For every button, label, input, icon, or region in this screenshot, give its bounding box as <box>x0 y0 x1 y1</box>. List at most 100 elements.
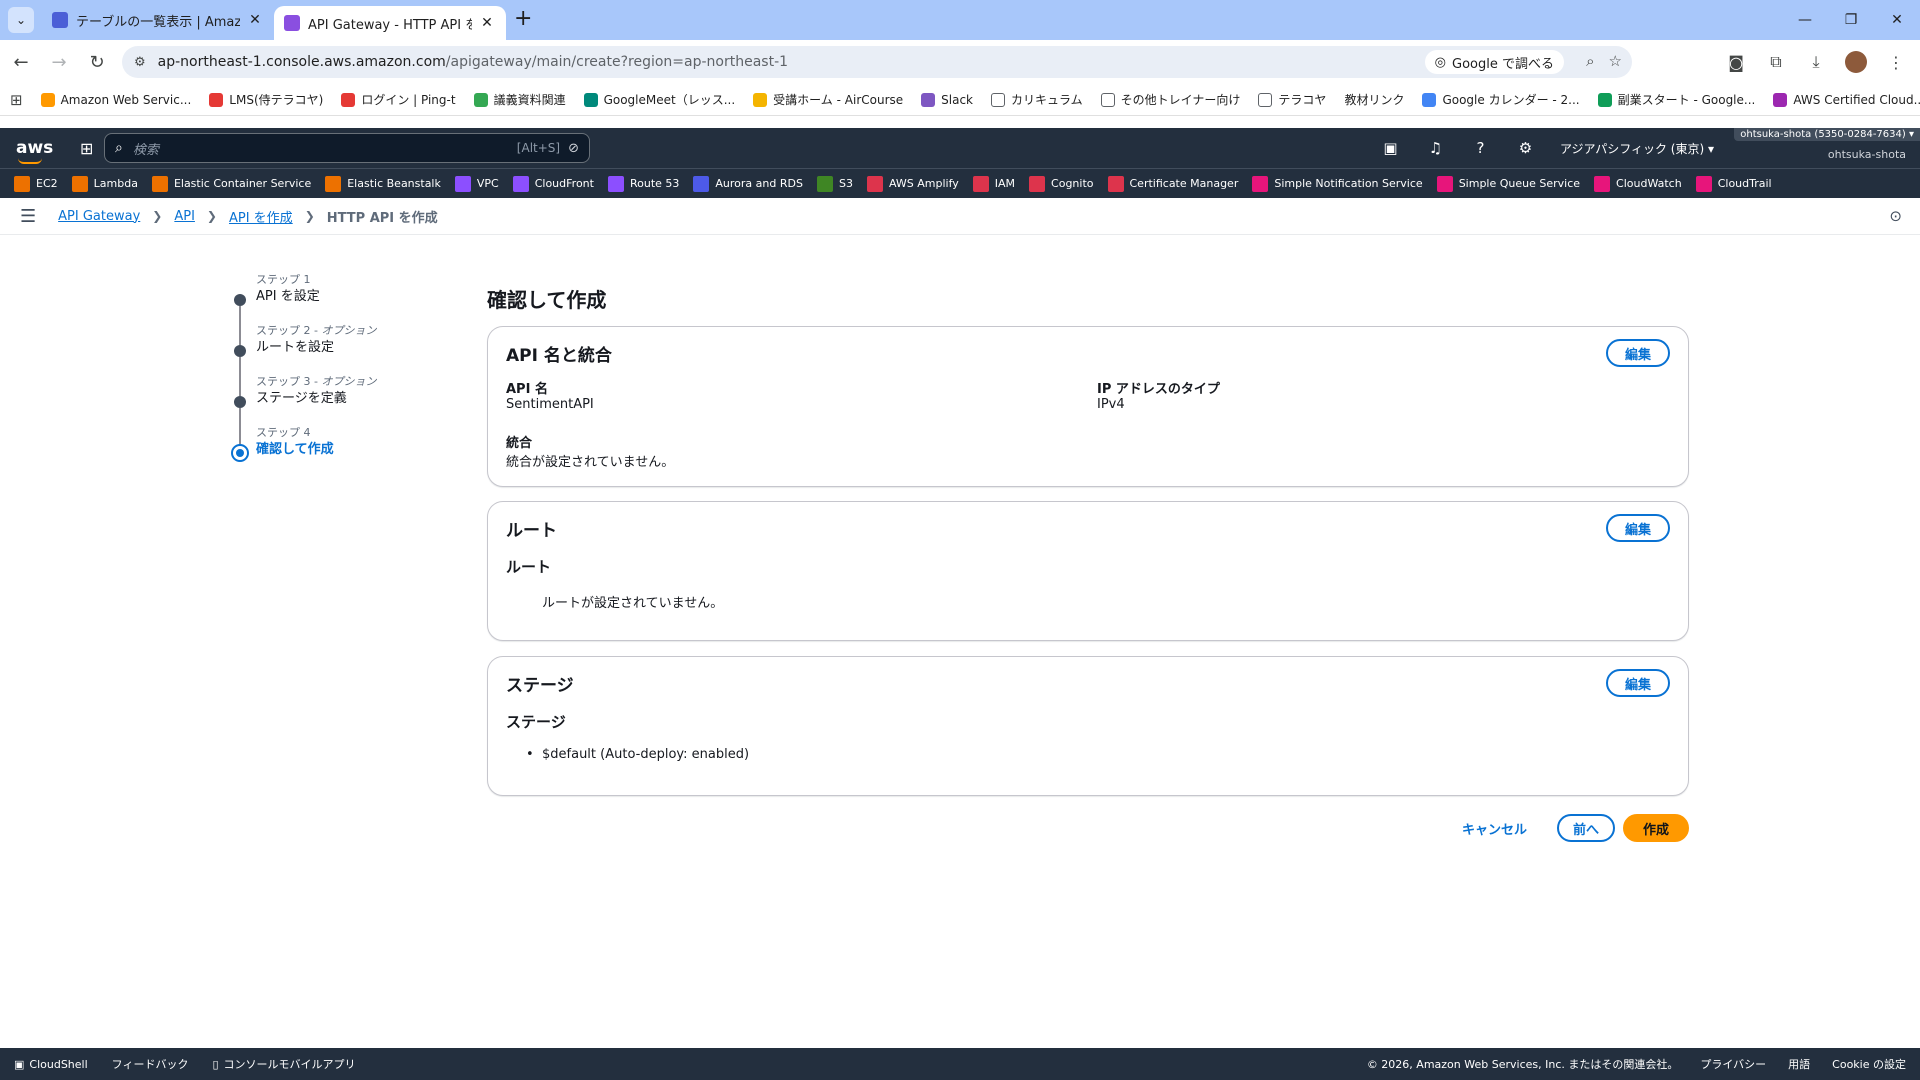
reload-icon[interactable]: ↻ <box>80 45 114 79</box>
service-icon <box>151 175 168 192</box>
browser-menu-icon[interactable]: ⋮ <box>1880 46 1912 78</box>
tab-close-icon[interactable]: ✕ <box>246 12 264 28</box>
bookmark-item[interactable]: Amazon Web Servic... <box>40 92 191 107</box>
browser-toolbar: ← → ↻ ⚙ ap-northeast-1.console.aws.amazo… <box>0 40 1920 84</box>
aws-search-input[interactable]: ⌕ 検索 [Alt+S] ⊘ <box>104 133 590 163</box>
edit-stages-button[interactable]: 編集 <box>1606 669 1670 697</box>
favorite-service-item[interactable]: CloudWatch <box>1594 175 1682 192</box>
zoom-icon[interactable]: ⌕ <box>1586 52 1594 70</box>
bookmark-item[interactable]: Slack <box>921 92 973 107</box>
account-menu[interactable]: ohtsuka-shota (5350-0284-7634) ▾ ohtsuka… <box>1730 128 1920 168</box>
favorite-service-item[interactable]: AWS Amplify <box>866 175 959 192</box>
favorite-service-item[interactable]: Route 53 <box>607 175 679 192</box>
integration-value: 統合が設定されていません。 <box>506 455 675 470</box>
extensions-icon[interactable]: ⧉ <box>1760 46 1792 78</box>
favorite-service-item[interactable]: Elastic Beanstalk <box>325 175 441 192</box>
privacy-link[interactable]: プライバシー <box>1700 1056 1766 1072</box>
bookmark-folder[interactable]: カリキュラム <box>991 91 1083 108</box>
previous-button[interactable]: 前へ <box>1556 814 1615 842</box>
tools-panel-icon[interactable]: ⊙ <box>1889 207 1902 225</box>
cloudshell-icon[interactable]: ▣ <box>1368 128 1413 168</box>
bookmark-item[interactable]: AWS Certified Cloud... <box>1773 92 1920 107</box>
bookmark-icon <box>1773 92 1788 107</box>
settings-gear-icon[interactable]: ⚙ <box>1503 128 1548 168</box>
bookmark-star-icon[interactable]: ☆ <box>1609 52 1622 70</box>
notifications-bell-icon[interactable]: ♫ <box>1413 128 1458 168</box>
cookie-settings-link[interactable]: Cookie の設定 <box>1832 1056 1906 1072</box>
profile-avatar[interactable] <box>1840 46 1872 78</box>
favorite-service-item[interactable]: CloudFront <box>512 175 594 192</box>
breadcrumb-create-api[interactable]: API を作成 <box>229 207 293 226</box>
services-grid-icon[interactable]: ⊞ <box>80 139 93 158</box>
bookmark-folder[interactable]: その他トレイナー向け <box>1100 91 1240 108</box>
menu-hamburger-icon[interactable]: ☰ <box>20 206 36 227</box>
bookmark-item[interactable]: LMS(侍テラコヤ) <box>209 91 323 108</box>
terms-link[interactable]: 用語 <box>1788 1056 1810 1072</box>
bookmark-item[interactable]: 副業スタート - Google... <box>1597 91 1755 108</box>
bookmark-item[interactable]: 受講ホーム - AirCourse <box>753 91 903 108</box>
breadcrumb-api[interactable]: API <box>174 209 195 224</box>
bookmark-item[interactable]: 教材リンク <box>1344 91 1404 108</box>
favorite-service-item[interactable]: IAM <box>972 175 1015 192</box>
stages-card: ステージ 編集 ステージ • $default (Auto-deploy: en… <box>487 656 1689 796</box>
site-info-icon[interactable]: ⚙ <box>134 55 146 70</box>
favorite-service-item[interactable]: CloudTrail <box>1695 175 1772 192</box>
service-label: Elastic Container Service <box>173 177 312 190</box>
region-selector[interactable]: アジアパシフィック (東京) ▾ <box>1560 140 1714 157</box>
restore-icon[interactable]: ❐ <box>1828 0 1874 40</box>
new-tab-icon[interactable]: + <box>514 6 532 31</box>
breadcrumb-api-gateway[interactable]: API Gateway <box>58 209 140 224</box>
favorite-service-item[interactable]: Certificate Manager <box>1107 175 1238 192</box>
bookmark-item[interactable]: ログイン | Ping-t <box>341 91 456 108</box>
bookmark-icon <box>209 92 224 107</box>
apps-grid-icon[interactable]: ⊞ <box>10 91 23 109</box>
edit-api-button[interactable]: 編集 <box>1606 339 1670 367</box>
favorite-service-item[interactable]: Simple Queue Service <box>1436 175 1580 192</box>
bookmark-item[interactable]: Google カレンダー - 2... <box>1422 91 1580 108</box>
browser-tab-dynamodb[interactable]: テーブルの一覧表示 | Amazon Dyn ✕ <box>42 3 274 37</box>
ip-type-value: IPv4 <box>1097 397 1125 412</box>
back-icon[interactable]: ← <box>4 45 38 79</box>
bookmark-item[interactable]: GoogleMeet（レッス... <box>583 91 735 108</box>
browser-tab-apigateway[interactable]: API Gateway - HTTP API を作成 ✕ <box>274 6 506 40</box>
folder-icon <box>1258 92 1273 107</box>
download-icon[interactable]: ⤓ <box>1800 46 1832 78</box>
service-label: EC2 <box>36 177 58 190</box>
close-window-icon[interactable]: ✕ <box>1874 0 1920 40</box>
tab-search-icon[interactable]: ⌄ <box>8 7 34 33</box>
bookmark-item[interactable]: 議義資料関連 <box>473 91 566 108</box>
bookmark-folder[interactable]: テラコヤ <box>1258 91 1326 108</box>
favorite-service-item[interactable]: Aurora and RDS <box>693 175 803 192</box>
favorite-service-item[interactable]: VPC <box>454 175 499 192</box>
tab-close-icon[interactable]: ✕ <box>478 15 496 31</box>
help-icon[interactable]: ? <box>1458 128 1503 168</box>
favorite-service-item[interactable]: EC2 <box>14 175 58 192</box>
address-bar[interactable]: ⚙ ap-northeast-1.console.aws.amazon.com/… <box>122 46 1632 78</box>
service-icon <box>693 175 710 192</box>
cloudshell-link[interactable]: ▣ CloudShell <box>14 1058 88 1071</box>
google-lens-button[interactable]: ◎ Google で調べる <box>1424 50 1564 74</box>
wizard-step-1[interactable]: ステップ 1 API を設定 <box>230 272 430 345</box>
edit-routes-button[interactable]: 編集 <box>1606 514 1670 542</box>
wizard-step-2[interactable]: ステップ 2 - オプション ルートを設定 <box>230 323 430 396</box>
browser-tabstrip: ⌄ テーブルの一覧表示 | Amazon Dyn ✕ API Gateway -… <box>0 0 1920 40</box>
service-label: AWS Amplify <box>888 177 959 190</box>
favorite-service-item[interactable]: Elastic Container Service <box>151 175 312 192</box>
favorite-service-item[interactable]: Simple Notification Service <box>1252 175 1423 192</box>
aws-top-navigation: aws ⊞ ⌕ 検索 [Alt+S] ⊘ ▣ ♫ ? ⚙ アジアパシフィック (… <box>0 128 1920 168</box>
wizard-step-4: ステップ 4 確認して作成 <box>230 425 430 476</box>
wizard-step-3[interactable]: ステップ 3 - オプション ステージを定義 <box>230 374 430 447</box>
mobile-app-link[interactable]: ▯ コンソールモバイルアプリ <box>212 1056 355 1072</box>
minimize-icon[interactable]: — <box>1782 0 1828 40</box>
create-button[interactable]: 作成 <box>1622 814 1689 842</box>
console-footer: ▣ CloudShell フィードバック ▯ コンソールモバイルアプリ © 2026… <box>0 1048 1920 1080</box>
forward-icon[interactable]: → <box>42 45 76 79</box>
favorite-service-item[interactable]: S3 <box>816 175 853 192</box>
favorite-service-item[interactable]: Cognito <box>1029 175 1094 192</box>
favorite-service-item[interactable]: Lambda <box>71 175 138 192</box>
aws-logo[interactable]: aws <box>16 138 56 164</box>
cancel-button[interactable]: キャンセル <box>1462 819 1527 838</box>
screenshot-icon[interactable]: ◙ <box>1720 46 1752 78</box>
feedback-link[interactable]: フィードバック <box>112 1056 189 1072</box>
search-settings-icon[interactable]: ⊘ <box>568 141 579 156</box>
